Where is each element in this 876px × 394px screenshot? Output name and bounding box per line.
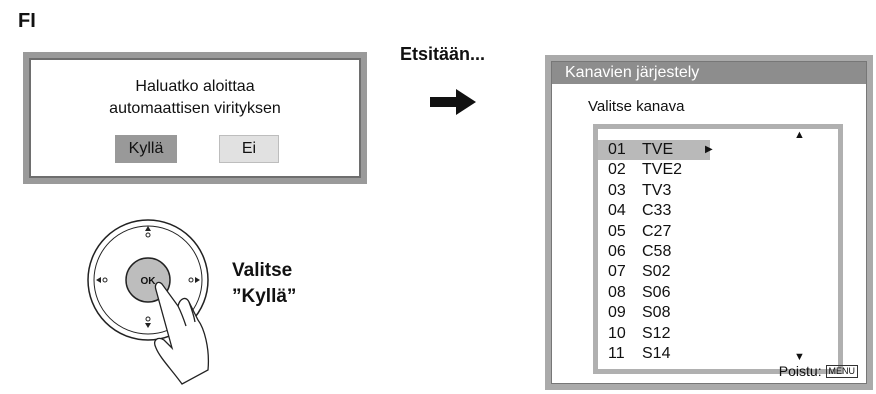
channel-name: S14 [642,345,671,362]
menu-footer: Poistu: MENU [779,363,858,379]
menu-subtitle: Valitse kanava [588,98,685,115]
right-arrow-icon [430,89,476,115]
channel-number: 10 [608,324,626,342]
channel-row[interactable]: 01 TVE [598,140,710,160]
selection-arrow-icon: ▶ [705,144,713,155]
channel-row[interactable]: 07 S02 [598,262,710,282]
channel-row[interactable]: 09 S08 [598,303,710,323]
menu-title: Kanavien järjestely [552,62,866,84]
channel-row[interactable]: 06 C58 [598,242,710,262]
remote-control-illustration: OK [87,219,210,385]
channel-row[interactable]: 04 C33 [598,201,710,221]
channel-name: C58 [642,243,672,260]
channel-row[interactable]: 03 TV3 [598,181,710,201]
channel-name: TVE [642,141,674,158]
dialog-question-line1: Haluatko aloittaa [135,78,255,95]
exit-label: Poistu: [778,363,822,379]
channel-number: 08 [608,283,626,301]
caption-select: Valitse [232,260,293,281]
channel-name: TVE2 [642,161,683,179]
channel-number: 04 [608,202,626,220]
yes-button[interactable]: Kyllä [115,135,177,163]
channel-name: S08 [642,304,671,322]
channel-number: 02 [608,161,626,179]
channel-number: 07 [608,263,626,281]
channel-name: S06 [642,283,671,301]
channel-row[interactable]: 11 S14 [598,344,710,364]
menu-key-icon[interactable]: MENU [825,365,858,378]
channel-name: C27 [642,222,672,240]
ok-label: OK [141,276,157,287]
scroll-up-icon[interactable]: ▲ [794,129,805,141]
no-button[interactable]: Ei [219,135,279,163]
scroll-down-icon[interactable]: ▼ [794,351,805,363]
channel-number: 11 [608,345,625,362]
channel-number: 06 [608,243,626,260]
channel-row[interactable]: 08 S06 [598,283,710,303]
caption-yes: ”Kyllä” [232,286,297,307]
channel-list: 01 TVE 02 TVE2 03 TV3 04 C33 05 C27 06 C58 07 S02 08 S0… [593,124,843,374]
channel-name: S12 [642,324,671,342]
channel-row[interactable]: 05 C27 [598,222,710,242]
channel-name: S02 [642,263,671,281]
channel-row[interactable]: 10 S12 [598,324,710,344]
dialog-question-line2: automaattisen virityksen [109,100,281,117]
channel-number: 09 [608,304,626,322]
auto-tune-dialog: Haluatko aloittaa automaattisen virityks… [23,52,367,184]
channel-row[interactable]: 02 TVE2 [598,160,710,180]
searching-label: Etsitään... [400,44,486,64]
channel-name: TV3 [642,181,672,199]
channel-number: 03 [608,181,626,199]
channel-number: 01 [608,141,626,158]
channel-number: 05 [608,222,626,240]
channel-sort-menu: Kanavien järjestely Valitse kanava 01 TVE… [545,55,873,390]
language-label: FI [18,10,36,32]
channel-name: C33 [642,202,672,220]
